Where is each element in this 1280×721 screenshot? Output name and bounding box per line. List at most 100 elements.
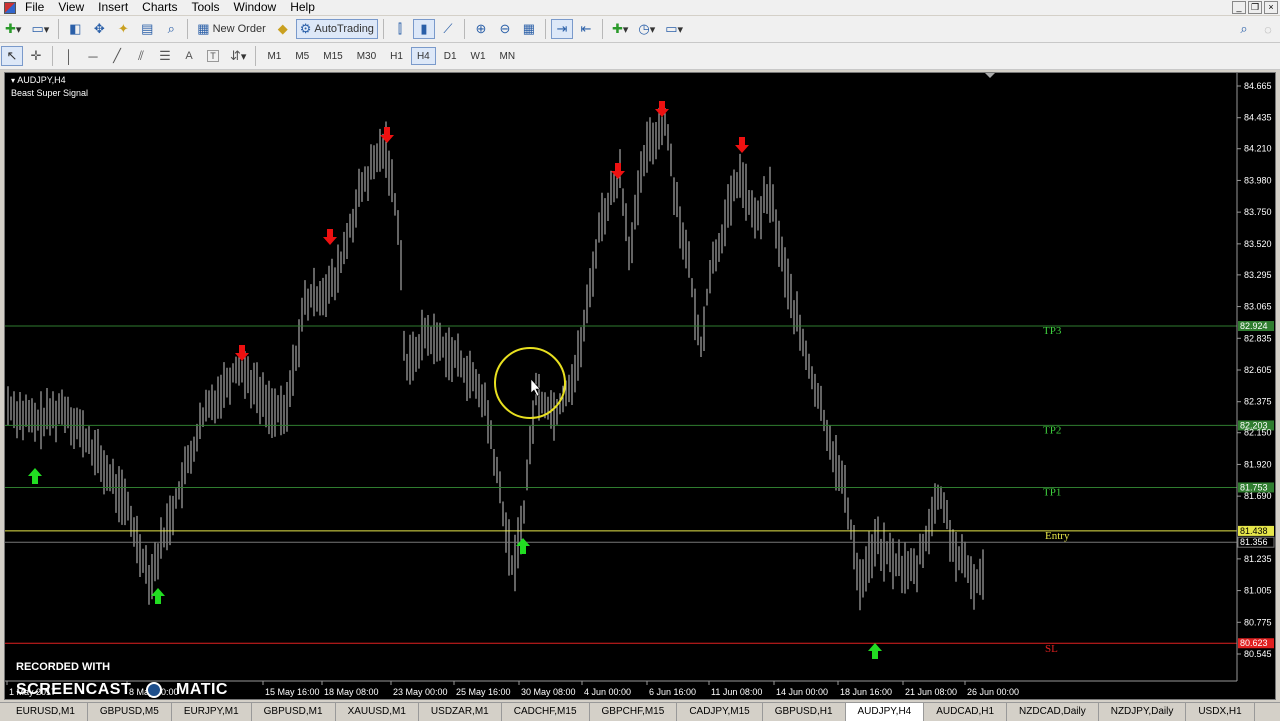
arrows-icon[interactable]: ⇵ ▾	[226, 46, 250, 66]
menu-insert[interactable]: Insert	[92, 0, 136, 15]
price-chart[interactable]: 82.924TP382.203TP281.753TP181.438Entry80…	[5, 73, 1275, 699]
horizontal-line-icon[interactable]: ─	[82, 46, 104, 66]
chart-symbol: ▾ AUDJPY,H4	[11, 75, 66, 85]
price-label: 81.920	[1244, 459, 1272, 469]
watermark-logo-icon	[146, 682, 162, 698]
vertical-line-icon[interactable]: │	[58, 46, 80, 66]
text-icon[interactable]: A	[178, 46, 200, 66]
timeframe-m1[interactable]: M1	[261, 47, 287, 65]
bar-chart-icon[interactable]: ⫿	[389, 19, 411, 39]
text-label-icon[interactable]: T	[202, 46, 224, 66]
navigator-icon[interactable]: ✦	[112, 19, 134, 39]
timeframe-mn[interactable]: MN	[494, 47, 522, 65]
watermark-screencast: SCREENCAST	[16, 681, 132, 698]
chart-tab[interactable]: GBPUSD,M1	[252, 703, 336, 721]
timeframe-h4[interactable]: H4	[410, 47, 436, 65]
menu-tools[interactable]: Tools	[186, 0, 228, 15]
chart-window[interactable]: 82.924 TP3 82.203 TP2 81.753 TP1 81.438 Entry 80…	[4, 72, 1276, 700]
timeframe-m15[interactable]: M15	[317, 47, 348, 65]
price-label: 83.295	[1244, 270, 1272, 280]
drawing-toolbar: ↖ ✛ │ ─ ╱ ⫽ ☰ A T ⇵ ▾ M1 M5 M15 M30 H1 H4…	[0, 43, 1280, 70]
line-chart-icon[interactable]: ⟋	[437, 19, 459, 39]
window-controls: _ ❐ ×	[1232, 1, 1278, 14]
sell-arrow-icon	[735, 137, 749, 153]
search-icon[interactable]: ⌕	[1233, 19, 1255, 39]
chart-tab[interactable]: EURJPY,M1	[172, 703, 252, 721]
chart-tab[interactable]: AUDCAD,H1	[924, 703, 1008, 721]
chart-tab[interactable]: NZDCAD,Daily	[1007, 703, 1099, 721]
price-label: 84.435	[1244, 113, 1272, 123]
timeframe-d1[interactable]: D1	[438, 47, 463, 65]
trendline-icon[interactable]: ╱	[106, 46, 128, 66]
menu-charts[interactable]: Charts	[136, 0, 185, 15]
chart-tab[interactable]: NZDJPY,Daily	[1099, 703, 1187, 721]
candlestick-icon[interactable]: ▮	[412, 19, 435, 39]
fibonacci-icon[interactable]: ☰	[154, 46, 176, 66]
zoom-in-icon[interactable]: ⊕	[470, 19, 492, 39]
sl-price-label: 80.623	[1240, 638, 1268, 648]
new-chart-icon[interactable]: ✚ ▾	[1, 19, 25, 39]
sell-arrow-icon	[235, 345, 249, 361]
chart-tab[interactable]: GBPUSD,M5	[88, 703, 172, 721]
timeframe-w1[interactable]: W1	[465, 47, 492, 65]
timeframe-h1[interactable]: H1	[384, 47, 409, 65]
minimize-icon[interactable]: _	[1232, 1, 1246, 14]
cursor-highlight	[494, 347, 566, 419]
channel-icon[interactable]: ⫽	[130, 46, 152, 66]
close-icon[interactable]: ×	[1264, 1, 1278, 14]
terminal-icon[interactable]: ▤	[136, 19, 158, 39]
tester-icon[interactable]: ⌕	[160, 19, 182, 39]
separator	[463, 19, 465, 39]
menu-help[interactable]: Help	[284, 0, 323, 15]
watermark-recorded: RECORDED WITH	[16, 661, 111, 673]
separator	[601, 19, 603, 39]
time-label: 26 Jun 00:00	[967, 687, 1019, 697]
periods-icon[interactable]: ◷ ▾	[634, 19, 659, 39]
templates-icon[interactable]: ▭ ▾	[661, 19, 687, 39]
price-label: 83.750	[1244, 207, 1272, 217]
zoom-out-icon[interactable]: ⊖	[494, 19, 516, 39]
chart-tab[interactable]: EURUSD,M1	[0, 703, 88, 721]
buy-arrow-icon	[28, 468, 42, 484]
autotrading-button[interactable]: ⚙ AutoTrading	[295, 19, 378, 39]
time-label: 25 May 16:00	[456, 687, 511, 697]
indicator-name: Beast Super Signal	[11, 88, 89, 98]
buy-arrow-icon	[868, 643, 882, 659]
tile-windows-icon[interactable]: ▦	[518, 19, 540, 39]
auto-scroll-icon[interactable]: ⇥	[550, 19, 573, 39]
menu-window[interactable]: Window	[228, 0, 285, 15]
chat-icon[interactable]: ◌	[1257, 19, 1279, 39]
menu-file[interactable]: File	[19, 0, 52, 15]
restore-icon[interactable]: ❐	[1248, 1, 1262, 14]
chart-tab[interactable]: GBPUSD,H1	[763, 703, 846, 721]
metaeditor-icon[interactable]: ◆	[272, 19, 294, 39]
profiles-icon[interactable]: ▭ ▾	[27, 19, 53, 39]
cursor-icon[interactable]: ↖	[1, 46, 23, 66]
indicators-icon[interactable]: ✚ ▾	[608, 19, 632, 39]
tp1-label: TP1	[1043, 486, 1061, 498]
crosshair-icon[interactable]: ✛	[25, 46, 47, 66]
chart-tab[interactable]: USDZAR,M1	[419, 703, 502, 721]
price-label: 83.980	[1244, 175, 1272, 185]
chart-tab[interactable]: AUDJPY,H4	[845, 703, 925, 721]
new-order-button[interactable]: ▦ New Order	[193, 19, 269, 39]
time-label: 14 Jun 00:00	[776, 687, 828, 697]
chart-tab[interactable]: USDX,H1	[1186, 703, 1255, 721]
timeframe-m5[interactable]: M5	[289, 47, 315, 65]
watermark-matic: MATIC	[176, 681, 228, 698]
chart-tab[interactable]: CADJPY,M15	[677, 703, 763, 721]
time-label: 6 Jun 16:00	[649, 687, 696, 697]
price-label: 81.235	[1244, 554, 1272, 564]
menu-view[interactable]: View	[52, 0, 92, 15]
chart-tab[interactable]: CADCHF,M15	[502, 703, 590, 721]
timeframe-m30[interactable]: M30	[351, 47, 382, 65]
autotrading-label: AutoTrading	[314, 23, 374, 35]
separator	[255, 46, 257, 66]
time-label: 30 May 08:00	[521, 687, 576, 697]
chart-tab[interactable]: XAUUSD,M1	[336, 703, 419, 721]
data-window-icon[interactable]: ✥	[88, 19, 110, 39]
chart-shift-icon[interactable]: ⇤	[575, 19, 597, 39]
separator	[58, 19, 60, 39]
chart-tab[interactable]: GBPCHF,M15	[590, 703, 678, 721]
market-watch-icon[interactable]: ◧	[64, 19, 86, 39]
